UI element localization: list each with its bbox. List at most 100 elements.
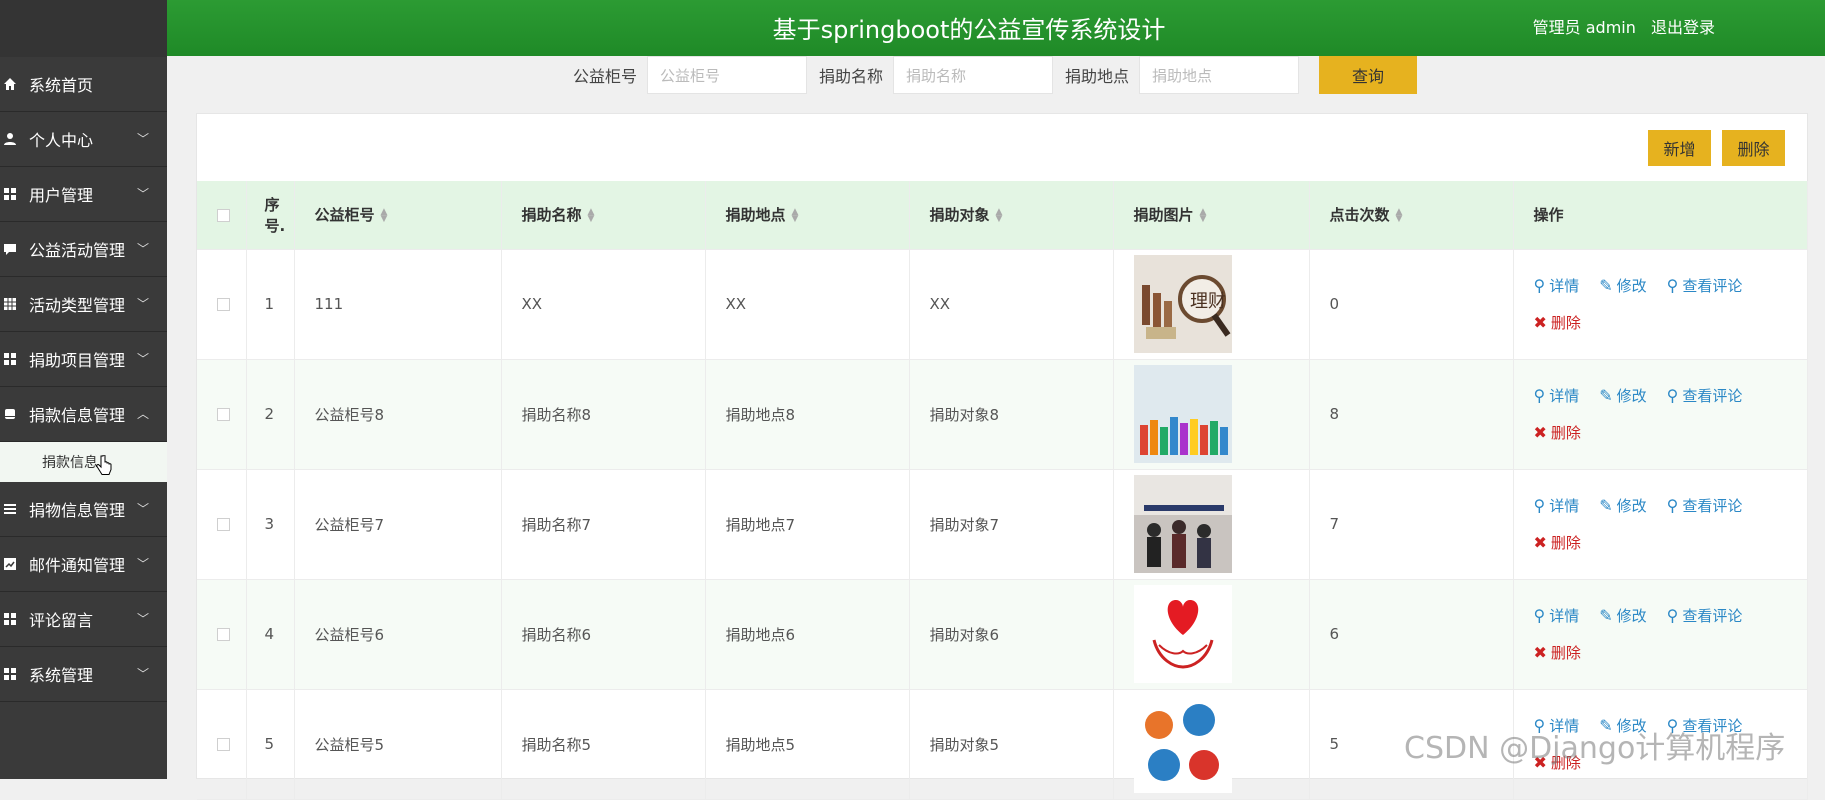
finance-thumbnail[interactable]: 理财	[1133, 255, 1309, 353]
sidebar-item[interactable]: 系统管理 ﹀	[0, 647, 167, 702]
detail-button[interactable]: ⚲ 详情	[1534, 275, 1580, 296]
detail-button[interactable]: ⚲ 详情	[1534, 385, 1580, 406]
select-all-checkbox[interactable]	[217, 208, 230, 222]
chevron-down-icon: ﹀	[136, 297, 149, 311]
col-place[interactable]: 捐助地点 ▲ ▼	[705, 181, 910, 250]
row-checkbox-cell[interactable]	[197, 249, 247, 360]
row-index: 5	[246, 689, 295, 800]
row-checkbox[interactable]	[217, 628, 230, 641]
query-button[interactable]: 查询	[1319, 56, 1418, 94]
sort-icon[interactable]: ▲ ▼	[381, 207, 388, 223]
detail-label: 详情	[1549, 607, 1580, 625]
heart-thumbnail[interactable]	[1133, 585, 1309, 683]
sidebar-item-label: 个人中心	[29, 131, 94, 150]
row-checkbox-cell[interactable]	[197, 579, 247, 690]
row-delete-button[interactable]: ✖ 删除	[1534, 532, 1581, 553]
chevron-down-icon: ﹀	[136, 187, 149, 201]
col-target[interactable]: 捐助对象 ▲ ▼	[909, 181, 1114, 250]
sidebar-item-label: 用户管理	[29, 186, 94, 205]
sort-icon[interactable]: ▲ ▼	[996, 207, 1003, 223]
row-image[interactable]	[1113, 359, 1310, 470]
row-image[interactable]	[1113, 579, 1310, 690]
pencil-icon: ✎	[1599, 496, 1613, 515]
row-checkbox[interactable]	[217, 298, 230, 311]
sidebar-item[interactable]: 邮件通知管理 ﹀	[0, 537, 167, 592]
row-checkbox-cell[interactable]	[197, 359, 247, 470]
sidebar-item[interactable]: 系统首页	[0, 57, 167, 112]
sidebar-item[interactable]: 活动类型管理 ﹀	[0, 277, 167, 332]
sort-icon[interactable]: ▲ ▼	[588, 207, 595, 223]
sidebar-item[interactable]: 评论留言 ﹀	[0, 592, 167, 647]
sidebar-item[interactable]: 用户管理 ﹀	[0, 167, 167, 222]
edit-button[interactable]: ✎ 修改	[1599, 495, 1646, 516]
hands-thumbnail[interactable]	[1133, 365, 1309, 463]
row-place: 捐助地点6	[705, 579, 910, 690]
row-name: XX	[501, 249, 706, 360]
row-image[interactable]	[1113, 469, 1310, 580]
view-comments-button[interactable]: ⚲ 查看评论	[1667, 605, 1743, 626]
row-checkbox-cell[interactable]	[197, 469, 247, 580]
sidebar-item[interactable]: 公益活动管理 ﹀	[0, 222, 167, 277]
row-checkbox[interactable]	[217, 408, 230, 421]
select-all-checkbox-cell[interactable]	[197, 181, 247, 250]
chevron-down-icon: ﹀	[136, 352, 149, 366]
row-index: 4	[246, 579, 295, 690]
col-name[interactable]: 捐助名称 ▲ ▼	[501, 181, 706, 250]
edit-button[interactable]: ✎ 修改	[1599, 385, 1646, 406]
table-row[interactable]: 1 111 XX XX XX 理财 0 ⚲ 详情 ✎ 修改 ⚲ 查看评论 ✖ 删除	[197, 249, 1808, 360]
view-comments-button[interactable]: ⚲ 查看评论	[1667, 495, 1743, 516]
table-row[interactable]: 4 公益柜号6 捐助名称6 捐助地点6 捐助对象6 6 ⚲ 详情 ✎ 修改 ⚲ 查看评论 ✖ 删除	[197, 579, 1808, 690]
donation-name-input[interactable]: 捐助名称	[893, 56, 1054, 94]
detail-button[interactable]: ⚲ 详情	[1534, 495, 1580, 516]
detail-button[interactable]: ⚲ 详情	[1534, 605, 1580, 626]
donation-place-input[interactable]: 捐助地点	[1139, 56, 1300, 94]
row-cabinet: 公益柜号5	[294, 689, 502, 800]
row-cabinet: 111	[294, 249, 502, 360]
cabinet-input[interactable]: 公益柜号	[647, 56, 808, 94]
sort-icon[interactable]: ▲ ▼	[792, 207, 799, 223]
col-clicks[interactable]: 点击次数 ▲ ▼	[1309, 181, 1514, 250]
row-checkbox[interactable]	[217, 518, 230, 531]
grid-icon	[3, 612, 17, 626]
row-image[interactable]: 理财	[1113, 249, 1310, 360]
view-comments-button[interactable]: ⚲ 查看评论	[1667, 385, 1743, 406]
row-checkbox[interactable]	[217, 738, 230, 751]
col-cabinet[interactable]: 公益柜号 ▲ ▼	[294, 181, 502, 250]
add-button[interactable]: 新增	[1648, 130, 1711, 166]
col-clicks-label: 点击次数	[1329, 206, 1390, 225]
row-image[interactable]	[1113, 689, 1310, 800]
delete-button[interactable]: 删除	[1722, 130, 1785, 166]
sort-icon[interactable]: ▲ ▼	[1396, 207, 1403, 223]
cabinet-label: 公益柜号	[573, 67, 638, 86]
row-ops: ⚲ 详情 ✎ 修改 ⚲ 查看评论 ✖ 删除	[1513, 579, 1808, 690]
sidebar-subitem[interactable]: 捐款信息	[0, 442, 167, 482]
comment-icon	[3, 242, 17, 256]
col-image[interactable]: 捐助图片 ▲ ▼	[1113, 181, 1310, 250]
row-delete-label: 删除	[1550, 314, 1581, 332]
row-ops: ⚲ 详情 ✎ 修改 ⚲ 查看评论 ✖ 删除	[1513, 469, 1808, 580]
crowd-thumbnail[interactable]	[1133, 475, 1309, 573]
sidebar-item[interactable]: 捐物信息管理 ﹀	[0, 482, 167, 537]
row-delete-button[interactable]: ✖ 删除	[1534, 642, 1581, 663]
row-delete-button[interactable]: ✖ 删除	[1534, 312, 1581, 333]
sort-icon[interactable]: ▲ ▼	[1200, 207, 1207, 223]
sidebar-item[interactable]: 捐款信息管理 ︿	[0, 387, 167, 442]
header: 基于springboot的公益宣传系统设计 管理员 admin 退出登录	[167, 0, 1825, 56]
search-bar: 公益柜号 公益柜号 捐助名称 捐助名称 捐助地点 捐助地点 查询	[573, 56, 1418, 94]
sidebar-item[interactable]: 捐助项目管理 ﹀	[0, 332, 167, 387]
row-delete-button[interactable]: ✖ 删除	[1534, 422, 1581, 443]
sidebar-item-label: 邮件通知管理	[29, 556, 126, 575]
user-info: 管理员 admin 退出登录	[1533, 14, 1715, 38]
charity-thumbnail[interactable]	[1133, 695, 1309, 793]
table-row[interactable]: 3 公益柜号7 捐助名称7 捐助地点7 捐助对象7 7 ⚲ 详情 ✎ 修改 ⚲ 查看评论 ✖ 删除	[197, 469, 1808, 580]
chevron-down-icon: ﹀	[136, 242, 149, 256]
row-checkbox-cell[interactable]	[197, 689, 247, 800]
table-row[interactable]: 2 公益柜号8 捐助名称8 捐助地点8 捐助对象8 8 ⚲ 详情 ✎ 修改 ⚲ 查看评论 ✖ 删除	[197, 359, 1808, 470]
logout-link[interactable]: 退出登录	[1651, 18, 1715, 37]
edit-button[interactable]: ✎ 修改	[1599, 275, 1646, 296]
edit-button[interactable]: ✎ 修改	[1599, 605, 1646, 626]
view-comments-button[interactable]: ⚲ 查看评论	[1667, 275, 1743, 296]
sidebar-item[interactable]: 个人中心 ﹀	[0, 112, 167, 167]
sidebar-item-label: 捐款信息管理	[29, 406, 126, 425]
view-comments-label: 查看评论	[1682, 497, 1743, 515]
